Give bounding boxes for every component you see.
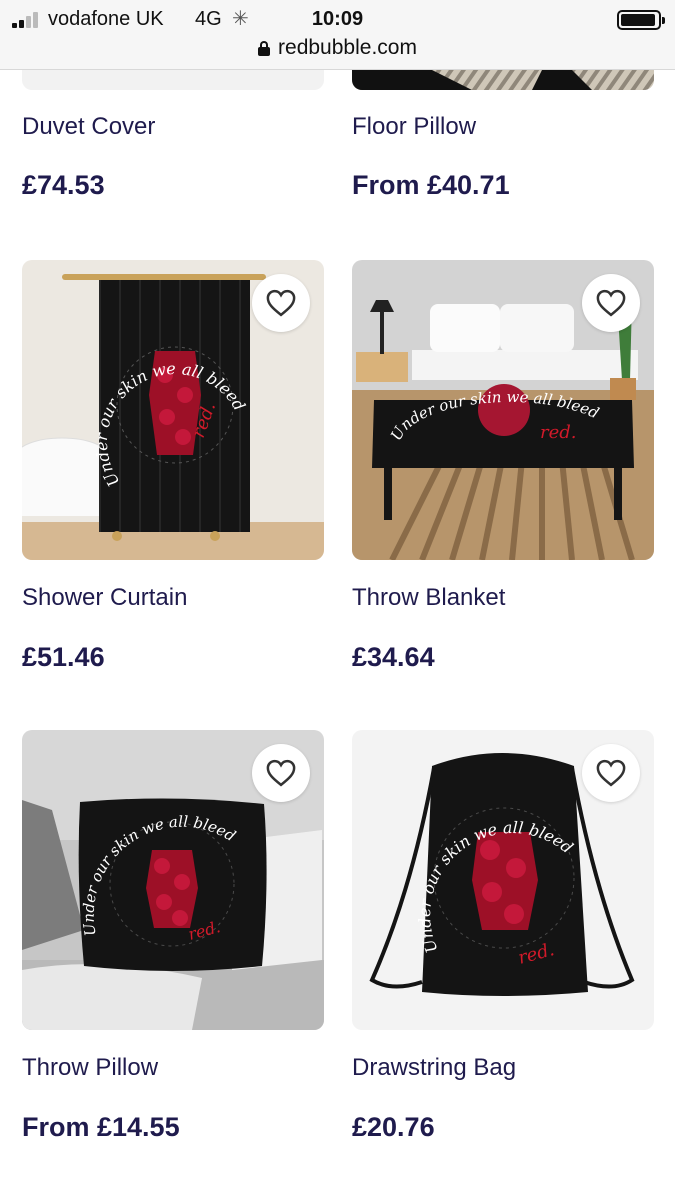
battery-icon (617, 10, 665, 30)
svg-text:Under our skin we all bleed: Under our skin we all bleed (415, 818, 577, 956)
product-price: £74.53 (22, 170, 105, 200)
lock-icon (258, 41, 271, 56)
product-title[interactable]: Drawstring Bag (352, 1054, 516, 1082)
product-price: £34.64 (352, 642, 435, 672)
product-title[interactable]: Duvet Cover (22, 113, 155, 141)
product-price: From £14.55 (22, 1112, 180, 1142)
design-slogan-throw-pillow: Under our skin we all bleed (80, 813, 239, 938)
add-to-favorites-button[interactable] (252, 744, 310, 802)
design-slogan-drawstring-bag: Under our skin we all bleed (415, 818, 577, 956)
product-title[interactable]: Floor Pillow (352, 113, 476, 141)
heart-outline-icon (266, 759, 296, 787)
svg-text:Under our skin we all bleed: Under our skin we all bleed (80, 813, 239, 938)
product-title[interactable]: Throw Blanket (352, 584, 505, 612)
product-price: £51.46 (22, 642, 105, 672)
browser-top-bar: vodafone UK 4G ✳ 10:09 redbubble.com (0, 0, 675, 70)
url-domain: redbubble.com (278, 36, 417, 59)
design-slogan-throw-blanket: Under our skin we all bleed (387, 388, 602, 444)
product-price: £20.76 (352, 1112, 435, 1142)
add-to-favorites-button[interactable] (582, 744, 640, 802)
heart-outline-icon (596, 289, 626, 317)
product-title[interactable]: Shower Curtain (22, 584, 187, 612)
product-title[interactable]: Throw Pillow (22, 1054, 158, 1082)
svg-text:Under our skin we all bleed: Under our skin we all bleed (92, 359, 249, 490)
status-bar: vodafone UK 4G ✳ 10:09 (0, 6, 675, 32)
status-time: 10:09 (311, 8, 364, 30)
product-price: From £40.71 (352, 170, 510, 200)
add-to-favorites-button[interactable] (582, 274, 640, 332)
add-to-favorites-button[interactable] (252, 274, 310, 332)
heart-outline-icon (266, 289, 296, 317)
heart-outline-icon (596, 759, 626, 787)
design-slogan-shower-curtain: Under our skin we all bleed (92, 359, 249, 490)
svg-text:Under our skin we all bleed: Under our skin we all bleed (387, 388, 602, 444)
address-bar[interactable]: redbubble.com (0, 36, 675, 60)
